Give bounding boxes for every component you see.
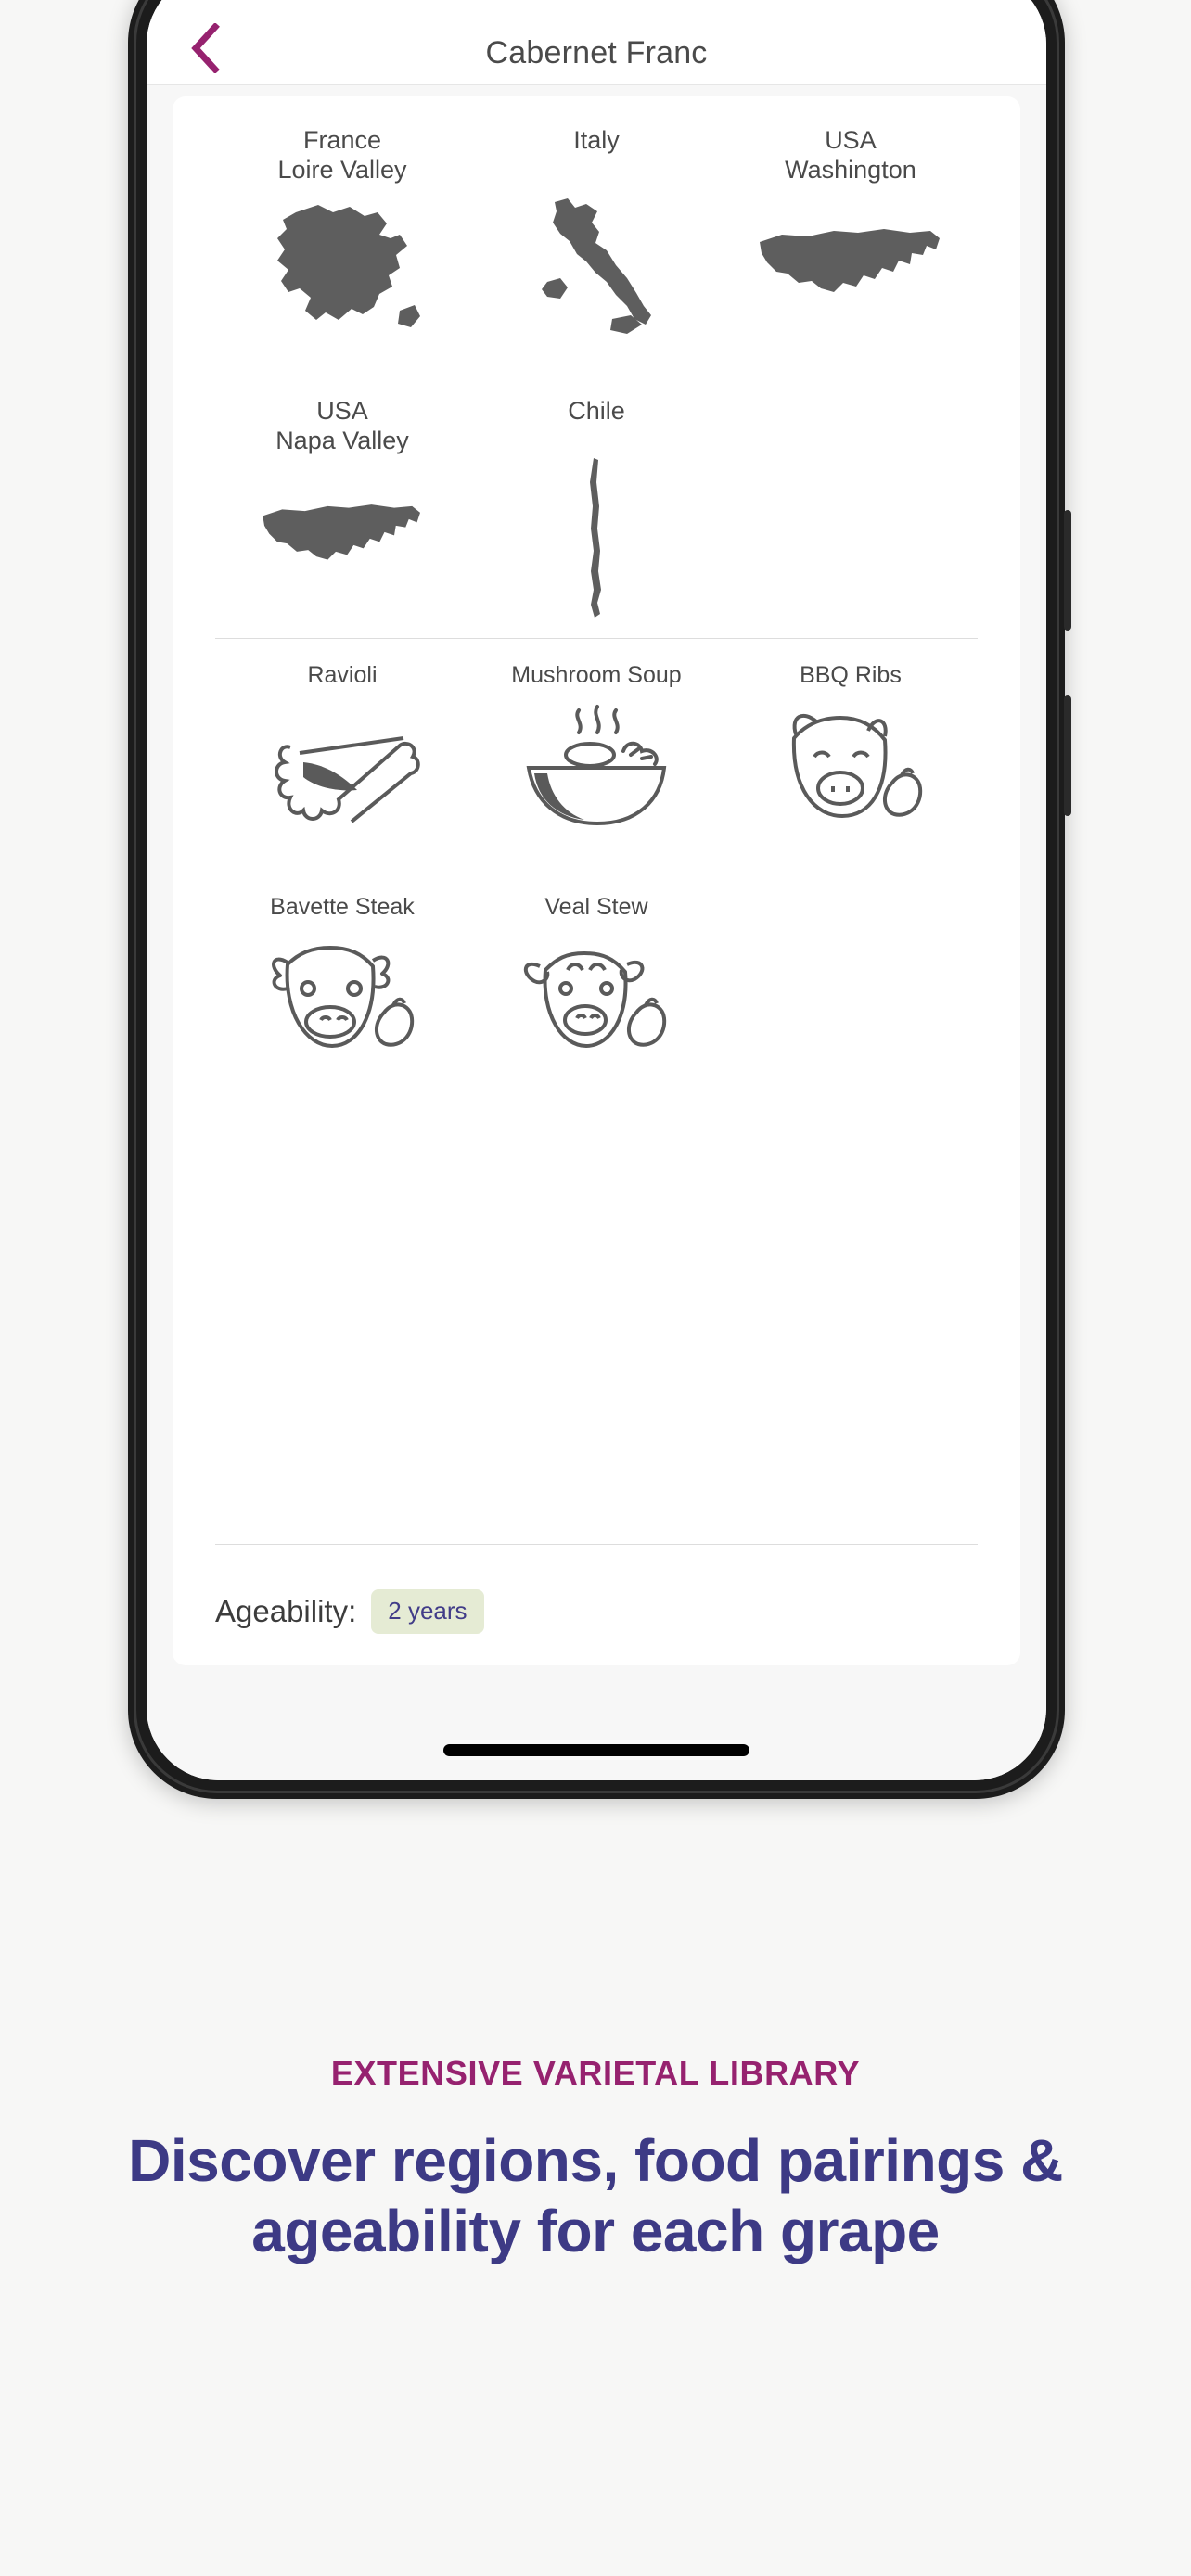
usa-map-icon bbox=[754, 193, 947, 341]
soup-bowl-icon bbox=[519, 698, 673, 837]
region-label: USA Washington bbox=[785, 126, 916, 184]
food-pairing-item[interactable]: BBQ Ribs bbox=[724, 661, 978, 837]
section-divider bbox=[215, 638, 978, 639]
back-button[interactable] bbox=[176, 19, 234, 77]
page-title: Cabernet Franc bbox=[485, 35, 708, 70]
ageability-divider bbox=[215, 1544, 978, 1545]
phone-screen: Cabernet Franc France Loire Valley Italy… bbox=[147, 0, 1046, 1780]
food-pairing-label: Bavette Steak bbox=[270, 894, 415, 920]
food-pairing-label: Ravioli bbox=[307, 662, 378, 688]
marketing-eyebrow: EXTENSIVE VARIETAL LIBRARY bbox=[330, 2054, 861, 2092]
grid-row-gap bbox=[215, 837, 978, 893]
food-pairing-item[interactable]: Bavette Steak bbox=[215, 893, 469, 1069]
region-item[interactable]: Italy bbox=[469, 126, 724, 341]
italy-map-icon bbox=[527, 193, 666, 341]
food-pairing-label: Veal Stew bbox=[544, 894, 648, 920]
marketing-section: EXTENSIVE VARIETAL LIBRARY Discover regi… bbox=[0, 2054, 1191, 2266]
pig-head-icon bbox=[772, 698, 929, 837]
phone-side-button-upper[interactable] bbox=[1064, 510, 1071, 631]
varietal-detail-card: France Loire Valley Italy USA Washington… bbox=[173, 96, 1020, 1665]
region-item[interactable]: Chile bbox=[469, 397, 724, 618]
grid-row-gap bbox=[215, 341, 978, 397]
page-root: Cabernet Franc France Loire Valley Italy… bbox=[0, 0, 1191, 2576]
cow-head-icon bbox=[263, 930, 421, 1069]
food-pairing-item[interactable]: Veal Stew bbox=[469, 893, 724, 1069]
calf-head-icon bbox=[518, 930, 675, 1069]
region-label: USA Napa Valley bbox=[275, 397, 409, 454]
region-item[interactable]: USA Washington bbox=[724, 126, 978, 341]
france-map-icon bbox=[261, 193, 424, 341]
food-pairing-label: BBQ Ribs bbox=[800, 662, 902, 688]
phone-frame: Cabernet Franc France Loire Valley Italy… bbox=[128, 0, 1071, 1799]
ageability-row: Ageability: 2 years bbox=[215, 1589, 484, 1634]
region-item[interactable]: France Loire Valley bbox=[215, 126, 469, 341]
region-label: France Loire Valley bbox=[277, 126, 407, 184]
region-label: Italy bbox=[573, 126, 620, 154]
region-item[interactable]: USA Napa Valley bbox=[215, 397, 469, 612]
home-indicator bbox=[443, 1744, 749, 1756]
usa-map-icon bbox=[258, 464, 427, 612]
ageability-badge: 2 years bbox=[371, 1589, 484, 1634]
phone-side-button-lower[interactable] bbox=[1064, 695, 1071, 816]
marketing-headline: Discover regions, food pairings & ageabi… bbox=[128, 2127, 1063, 2264]
ravioli-icon bbox=[263, 698, 422, 837]
regions-grid: France Loire Valley Italy USA Washington… bbox=[215, 126, 978, 618]
content-scroll-area[interactable]: France Loire Valley Italy USA Washington… bbox=[147, 85, 1046, 1780]
food-pairing-item[interactable]: Mushroom Soup bbox=[469, 661, 724, 837]
food-pairing-item[interactable]: Ravioli bbox=[215, 661, 469, 837]
food-pairings-grid: Ravioli Mushroom Soup BBQ Ribs Bavette S… bbox=[215, 661, 978, 1069]
chile-map-icon bbox=[573, 458, 620, 618]
chevron-left-icon bbox=[191, 23, 220, 73]
region-label: Chile bbox=[568, 397, 625, 425]
navigation-bar: Cabernet Franc bbox=[147, 0, 1046, 85]
ageability-label: Ageability: bbox=[215, 1594, 357, 1628]
food-pairing-label: Mushroom Soup bbox=[511, 662, 682, 688]
